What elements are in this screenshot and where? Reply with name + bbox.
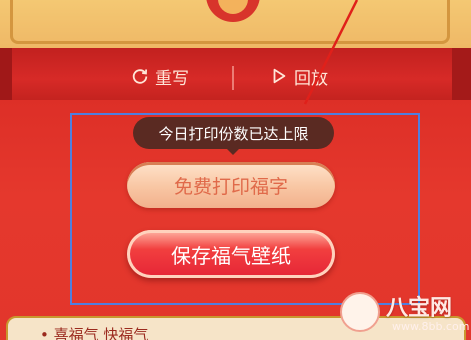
bottom-partial-text: • 喜福气 快福气	[40, 326, 149, 340]
replay-button[interactable]: 回放	[270, 63, 328, 89]
card-top-frame	[0, 0, 471, 48]
play-icon	[273, 68, 286, 84]
save-button-label: 保存福气壁纸	[171, 245, 291, 268]
free-print-fu-button[interactable]: 免费打印福字	[127, 162, 335, 208]
save-wallpaper-button[interactable]: 保存福气壁纸	[127, 230, 335, 278]
watermark-title: 八宝网	[386, 296, 453, 321]
tooltip-tail	[226, 148, 240, 155]
control-banner	[0, 48, 471, 100]
print-limit-tooltip: 今日打印份数已达上限	[133, 117, 334, 149]
print-button-label: 免费打印福字	[173, 176, 288, 198]
watermark-url: www.8bb.com	[392, 320, 470, 333]
control-divider	[232, 66, 234, 90]
watermark-mascot-icon	[340, 292, 380, 332]
replay-label: 回放	[294, 68, 328, 89]
refresh-icon	[132, 69, 148, 84]
fu-card-screen: 重写 回放 今日打印份数已达上限 免费打印福字 保存福气壁纸 • 喜福气 快福气…	[0, 0, 471, 340]
rewrite-label: 重写	[155, 68, 189, 89]
rewrite-button[interactable]: 重写	[131, 63, 189, 89]
tooltip-text: 今日打印份数已达上限	[158, 124, 309, 143]
